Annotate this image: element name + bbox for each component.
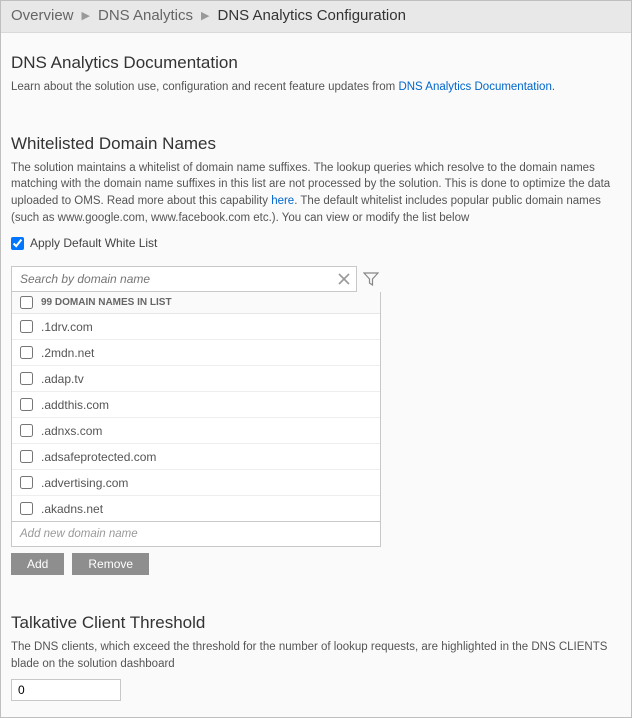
content: DNS Analytics Documentation Learn about … bbox=[1, 33, 631, 718]
section-title-whitelist: Whitelisted Domain Names bbox=[11, 134, 621, 154]
chevron-right-icon: ▶ bbox=[82, 9, 90, 22]
list-item-checkbox[interactable] bbox=[20, 424, 33, 437]
crumb-dns-analytics-config[interactable]: DNS Analytics Configuration bbox=[218, 7, 406, 24]
breadcrumb: Overview ▶ DNS Analytics ▶ DNS Analytics… bbox=[1, 1, 631, 33]
remove-button[interactable]: Remove bbox=[72, 553, 149, 575]
documentation-link[interactable]: DNS Analytics Documentation bbox=[398, 81, 551, 93]
list-item-label: .adnxs.com bbox=[41, 424, 102, 438]
section-title-threshold: Talkative Client Threshold bbox=[11, 613, 621, 633]
list-item-label: .advertising.com bbox=[41, 476, 128, 490]
add-button[interactable]: Add bbox=[11, 553, 64, 575]
search-row bbox=[11, 266, 381, 292]
list-item[interactable]: .2mdn.net bbox=[12, 340, 380, 366]
config-pane: Overview ▶ DNS Analytics ▶ DNS Analytics… bbox=[0, 0, 632, 718]
threshold-input[interactable] bbox=[11, 679, 121, 701]
apply-default-label: Apply Default White List bbox=[30, 236, 157, 250]
desc-period: . bbox=[552, 81, 555, 93]
crumb-dns-analytics[interactable]: DNS Analytics bbox=[98, 7, 193, 24]
section-title-documentation: DNS Analytics Documentation bbox=[11, 53, 621, 73]
apply-default-checkbox[interactable] bbox=[11, 237, 24, 250]
list-item-checkbox[interactable] bbox=[20, 372, 33, 385]
domain-list-scroll[interactable]: .1drv.com .2mdn.net .adap.tv .addthis.com .a… bbox=[12, 314, 380, 521]
list-item-label: .akadns.net bbox=[41, 502, 103, 516]
apply-default-row: Apply Default White List bbox=[11, 236, 621, 250]
list-item-label: .2mdn.net bbox=[41, 346, 94, 360]
list-item[interactable]: .addthis.com bbox=[12, 392, 380, 418]
list-item[interactable]: .adap.tv bbox=[12, 366, 380, 392]
list-item[interactable]: .1drv.com bbox=[12, 314, 380, 340]
select-all-checkbox[interactable] bbox=[20, 296, 33, 309]
whitelist-buttons: Add Remove bbox=[11, 553, 381, 575]
filter-icon[interactable] bbox=[361, 268, 381, 290]
documentation-desc: Learn about the solution use, configurat… bbox=[11, 79, 621, 96]
list-item-checkbox[interactable] bbox=[20, 320, 33, 333]
list-item-label: .1drv.com bbox=[41, 320, 93, 334]
list-item-checkbox[interactable] bbox=[20, 476, 33, 489]
domain-list-header: 99 DOMAIN NAMES IN LIST bbox=[12, 292, 380, 314]
whitelist-desc: The solution maintains a whitelist of do… bbox=[11, 160, 621, 227]
list-count-label: 99 DOMAIN NAMES IN LIST bbox=[41, 297, 172, 308]
list-item-checkbox[interactable] bbox=[20, 450, 33, 463]
search-box bbox=[11, 266, 357, 292]
list-item-label: .adap.tv bbox=[41, 372, 84, 386]
add-new-domain-input[interactable]: Add new domain name bbox=[11, 522, 381, 547]
domain-list-box: 99 DOMAIN NAMES IN LIST .1drv.com .2mdn.n… bbox=[11, 292, 381, 522]
list-item-checkbox[interactable] bbox=[20, 346, 33, 359]
desc-text: Learn about the solution use, configurat… bbox=[11, 81, 398, 93]
list-item[interactable]: .akadns.net bbox=[12, 496, 380, 521]
threshold-desc: The DNS clients, which exceed the thresh… bbox=[11, 639, 621, 672]
search-input[interactable] bbox=[20, 272, 336, 286]
clear-search-icon[interactable] bbox=[336, 271, 352, 287]
whitelist-list: 99 DOMAIN NAMES IN LIST .1drv.com .2mdn.n… bbox=[11, 266, 381, 575]
crumb-overview[interactable]: Overview bbox=[11, 7, 74, 24]
chevron-right-icon: ▶ bbox=[201, 9, 209, 22]
threshold-field-wrap bbox=[11, 679, 621, 701]
list-item-label: .addthis.com bbox=[41, 398, 109, 412]
list-item-checkbox[interactable] bbox=[20, 398, 33, 411]
list-item[interactable]: .adsafeprotected.com bbox=[12, 444, 380, 470]
whitelist-capability-link[interactable]: here bbox=[271, 195, 294, 207]
list-item[interactable]: .adnxs.com bbox=[12, 418, 380, 444]
list-item-checkbox[interactable] bbox=[20, 502, 33, 515]
list-item[interactable]: .advertising.com bbox=[12, 470, 380, 496]
list-item-label: .adsafeprotected.com bbox=[41, 450, 156, 464]
